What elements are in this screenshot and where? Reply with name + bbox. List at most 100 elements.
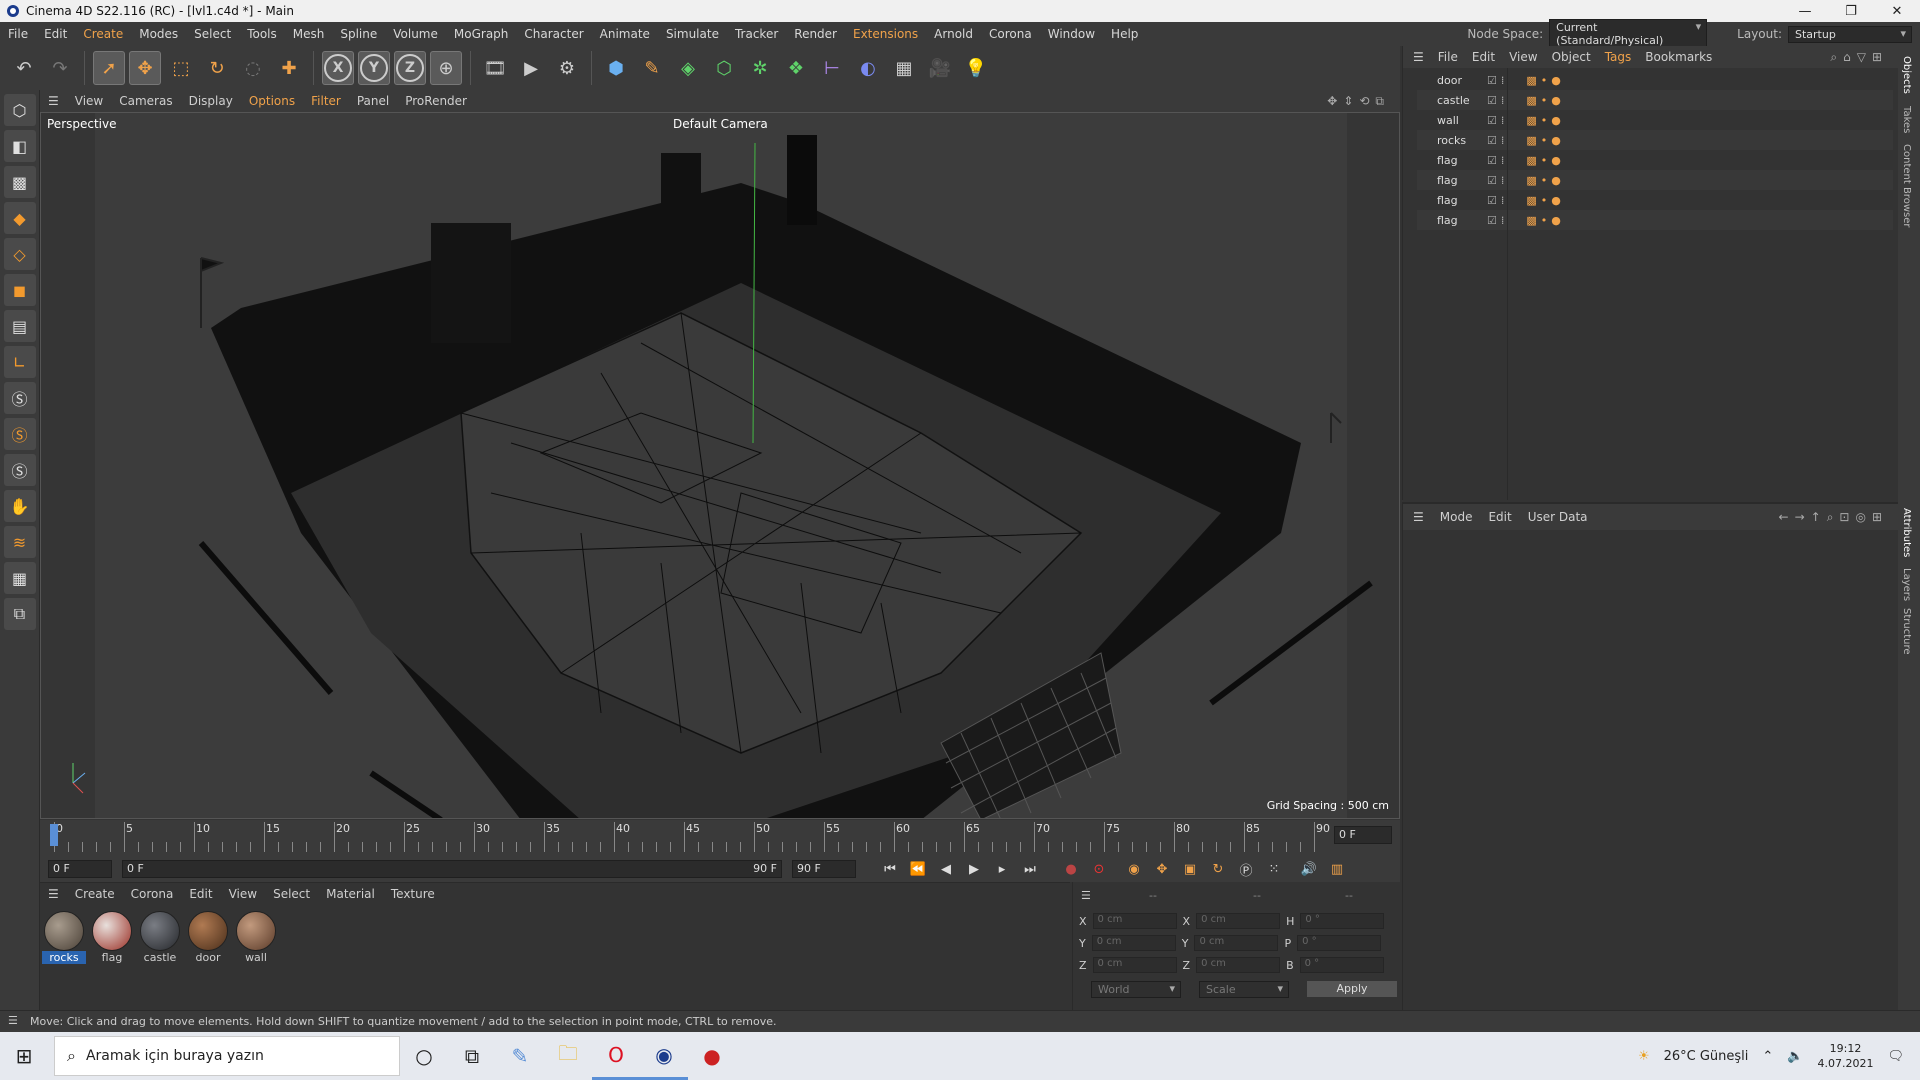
- viewport-projection-label[interactable]: Perspective: [47, 117, 117, 131]
- viewport-camera-label[interactable]: Default Camera: [673, 117, 768, 131]
- cortana-icon[interactable]: ○: [400, 1032, 448, 1080]
- object-menu-view[interactable]: View: [1509, 50, 1537, 64]
- object-visibility-icons[interactable]: ☑⁞: [1487, 114, 1508, 127]
- object-menu-bookmarks[interactable]: Bookmarks: [1645, 50, 1712, 64]
- x-axis-lock-icon[interactable]: X: [322, 51, 354, 85]
- mograph-icon[interactable]: ❖: [780, 51, 812, 85]
- material-hamburger-icon[interactable]: ☰: [48, 887, 59, 901]
- menu-arnold[interactable]: Arnold: [926, 27, 981, 41]
- tweak-icon[interactable]: ✋: [3, 490, 36, 522]
- pen-spline-icon[interactable]: ✎: [636, 51, 668, 85]
- viewport-menu-view[interactable]: View: [75, 94, 103, 108]
- object-tags-icons[interactable]: ▩•●: [1526, 114, 1564, 127]
- minimize-button[interactable]: —: [1782, 4, 1828, 19]
- weather-text[interactable]: 26°C Güneşli: [1664, 1049, 1749, 1064]
- menu-render[interactable]: Render: [786, 27, 845, 41]
- material-menu-texture[interactable]: Texture: [391, 887, 435, 901]
- redo-icon[interactable]: ↷: [44, 51, 76, 85]
- viewport-menu-prorender[interactable]: ProRender: [405, 94, 467, 108]
- floor-icon[interactable]: ▦: [888, 51, 920, 85]
- autokey-icon[interactable]: ⊙: [1088, 858, 1110, 880]
- coords-hamburger-icon[interactable]: ☰: [1081, 889, 1101, 902]
- menu-select[interactable]: Select: [186, 27, 239, 41]
- material-menu-edit[interactable]: Edit: [189, 887, 212, 901]
- previous-frame-icon[interactable]: ◀: [935, 858, 957, 880]
- object-row-flag[interactable]: flag ☑⁞ ▩•●: [1417, 170, 1893, 190]
- deformer-icon[interactable]: ⊢: [816, 51, 848, 85]
- grid-icon[interactable]: ▦: [3, 562, 36, 594]
- snap-settings-icon[interactable]: Ⓢ: [3, 418, 36, 450]
- status-hamburger-icon[interactable]: ☰: [8, 1014, 18, 1027]
- clock[interactable]: 19:12 4.07.2021: [1818, 1041, 1874, 1071]
- material-castle[interactable]: castle: [138, 909, 182, 971]
- menu-volume[interactable]: Volume: [385, 27, 446, 41]
- material-menu-corona[interactable]: Corona: [131, 887, 174, 901]
- menu-mesh[interactable]: Mesh: [285, 27, 333, 41]
- playhead-marker[interactable]: [50, 824, 58, 846]
- menu-tracker[interactable]: Tracker: [727, 27, 786, 41]
- menu-create[interactable]: Create: [75, 27, 131, 41]
- camera-icon[interactable]: 🎥: [924, 51, 956, 85]
- file-explorer-icon[interactable]: 🗀: [544, 1032, 592, 1080]
- rotation-h-field[interactable]: 0 °: [1300, 913, 1385, 929]
- object-name[interactable]: rocks: [1417, 134, 1467, 147]
- viewport-menu-options[interactable]: Options: [249, 94, 295, 108]
- scheme-settings-icon[interactable]: 🔊: [1298, 858, 1320, 880]
- red-app-icon[interactable]: ●: [688, 1032, 736, 1080]
- viewport-hamburger-icon[interactable]: ☰: [48, 94, 59, 108]
- tab-content-browser[interactable]: Content Browser: [1901, 144, 1912, 227]
- keyframe-selection-icon[interactable]: ◉: [1123, 858, 1145, 880]
- render-view-icon[interactable]: 🎞: [479, 51, 511, 85]
- undo-icon[interactable]: ↶: [8, 51, 40, 85]
- tab-structure[interactable]: Structure: [1901, 608, 1912, 655]
- edges-mode-icon[interactable]: ◇: [3, 238, 36, 270]
- object-name[interactable]: flag: [1417, 174, 1467, 187]
- attribute-menu-user-data[interactable]: User Data: [1528, 510, 1588, 524]
- timeline-ruler[interactable]: 0 5 10 15 20 25 30 35 40 45 50 55 60 65 70 75 80 85 90 0 F: [40, 820, 1400, 856]
- menu-simulate[interactable]: Simulate: [658, 27, 727, 41]
- menu-file[interactable]: File: [0, 27, 36, 41]
- menu-character[interactable]: Character: [516, 27, 591, 41]
- object-name[interactable]: castle: [1417, 94, 1470, 107]
- menu-window[interactable]: Window: [1040, 27, 1103, 41]
- snap-icon[interactable]: Ⓢ: [3, 382, 36, 414]
- model-mode-icon[interactable]: ◧: [3, 130, 36, 162]
- subdivision-generator-icon[interactable]: ◈: [672, 51, 704, 85]
- node-space-dropdown[interactable]: Current (Standard/Physical): [1549, 19, 1708, 49]
- object-tags-icons[interactable]: ▩•●: [1526, 194, 1564, 207]
- rotation-p-field[interactable]: 0 °: [1297, 935, 1382, 951]
- paint-icon[interactable]: ✎: [496, 1032, 544, 1080]
- key-scale-icon[interactable]: ▣: [1179, 858, 1201, 880]
- object-visibility-icons[interactable]: ☑⁞: [1487, 74, 1508, 87]
- 3d-viewport[interactable]: Perspective Default Camera Grid Spacing …: [40, 112, 1400, 819]
- notification-icon[interactable]: 🗨: [1887, 1049, 1904, 1064]
- object-row-door[interactable]: door ☑⁞ ▩•●: [1417, 70, 1893, 90]
- key-pla-icon[interactable]: ⁙: [1263, 858, 1285, 880]
- object-name[interactable]: flag: [1417, 154, 1467, 167]
- frame-range-slider[interactable]: 0 F 90 F: [122, 860, 782, 878]
- material-menu-select[interactable]: Select: [273, 887, 310, 901]
- play-icon[interactable]: ▶: [963, 858, 985, 880]
- maximize-button[interactable]: ❐: [1828, 4, 1874, 19]
- object-menu-tags[interactable]: Tags: [1605, 50, 1632, 64]
- object-tags-icons[interactable]: ▩•●: [1526, 174, 1564, 187]
- show-hidden-icons-icon[interactable]: ⌃: [1762, 1049, 1773, 1064]
- apply-button[interactable]: Apply: [1307, 981, 1397, 997]
- object-row-wall[interactable]: wall ☑⁞ ▩•●: [1417, 110, 1893, 130]
- go-to-end-icon[interactable]: ⏭: [1019, 858, 1041, 880]
- position-y-field[interactable]: 0 cm: [1091, 935, 1176, 951]
- object-manager-hamburger-icon[interactable]: ☰: [1413, 50, 1424, 64]
- next-frame-icon[interactable]: ▸: [991, 858, 1013, 880]
- object-visibility-icons[interactable]: ☑⁞: [1487, 94, 1508, 107]
- texture-mode-icon[interactable]: ▩: [3, 166, 36, 198]
- attribute-hamburger-icon[interactable]: ☰: [1413, 510, 1424, 524]
- previous-key-icon[interactable]: ⏪: [907, 858, 929, 880]
- material-wall[interactable]: wall: [234, 909, 278, 971]
- position-z-field[interactable]: 0 cm: [1092, 957, 1177, 973]
- size-z-field[interactable]: 0 cm: [1196, 957, 1281, 973]
- attribute-navigation-icons[interactable]: ←→↑⌕⊡◎⊞: [1779, 510, 1898, 525]
- task-view-icon[interactable]: ⧉: [448, 1032, 496, 1080]
- object-name[interactable]: flag: [1417, 214, 1467, 227]
- timeline-window-icon[interactable]: ▥: [1326, 858, 1348, 880]
- points-mode-icon[interactable]: ◆: [3, 202, 36, 234]
